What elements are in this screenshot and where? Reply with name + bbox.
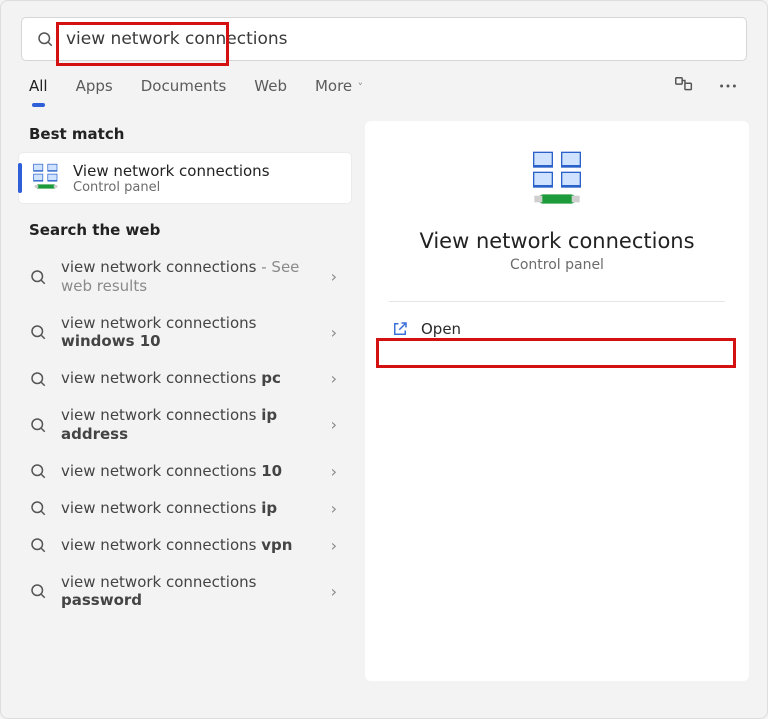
- tab-web[interactable]: Web: [254, 71, 287, 101]
- web-result-text: view network connections - See web resul…: [61, 258, 327, 296]
- network-connections-icon: [525, 149, 589, 213]
- web-results-list: view network connections - See web resul…: [19, 249, 351, 619]
- web-result-text: view network connections ip address: [61, 406, 327, 444]
- open-button[interactable]: Open: [385, 310, 729, 348]
- ellipsis-icon[interactable]: [717, 75, 739, 97]
- web-result-text: view network connections password: [61, 573, 327, 611]
- chevron-right-icon: ›: [327, 499, 341, 518]
- tab-apps[interactable]: Apps: [76, 71, 113, 101]
- web-result-item[interactable]: view network connections 10›: [19, 453, 351, 490]
- open-label: Open: [421, 320, 461, 338]
- chevron-right-icon: ›: [327, 536, 341, 555]
- web-result-item[interactable]: view network connections password›: [19, 564, 351, 620]
- search-icon: [36, 30, 54, 48]
- web-result-text: view network connections ip: [61, 499, 327, 518]
- results-panel: Best match View network connections Cont…: [19, 121, 351, 681]
- web-result-item[interactable]: view network connections pc›: [19, 360, 351, 397]
- chevron-right-icon: ›: [327, 462, 341, 481]
- chevron-right-icon: ›: [327, 415, 341, 434]
- web-result-text: view network connections pc: [61, 369, 327, 388]
- tab-all[interactable]: All: [29, 71, 48, 101]
- divider: [389, 301, 725, 302]
- tab-documents[interactable]: Documents: [141, 71, 227, 101]
- web-result-item[interactable]: view network connections vpn›: [19, 527, 351, 564]
- search-web-header: Search the web: [19, 217, 351, 249]
- web-result-text: view network connections vpn: [61, 536, 327, 555]
- preview-title: View network connections: [385, 229, 729, 253]
- chevron-right-icon: ›: [327, 323, 341, 342]
- open-external-icon: [391, 320, 409, 338]
- best-match-subtitle: Control panel: [73, 180, 270, 195]
- search-box[interactable]: [21, 17, 747, 61]
- search-input[interactable]: [66, 29, 732, 49]
- web-result-text: view network connections 10: [61, 462, 327, 481]
- best-match-header: Best match: [19, 121, 351, 153]
- recent-apps-icon[interactable]: [673, 75, 695, 97]
- chevron-right-icon: ›: [327, 267, 341, 286]
- web-result-item[interactable]: view network connections ip›: [19, 490, 351, 527]
- filter-tabs: All Apps Documents Web More ˅: [1, 71, 767, 101]
- chevron-right-icon: ›: [327, 582, 341, 601]
- best-match-title: View network connections: [73, 162, 270, 180]
- best-match-item[interactable]: View network connections Control panel: [19, 153, 351, 203]
- network-connections-icon: [29, 161, 63, 195]
- chevron-right-icon: ›: [327, 369, 341, 388]
- web-result-item[interactable]: view network connections - See web resul…: [19, 249, 351, 305]
- preview-subtitle: Control panel: [385, 257, 729, 273]
- web-result-item[interactable]: view network connections windows 10›: [19, 305, 351, 361]
- web-result-item[interactable]: view network connections ip address›: [19, 397, 351, 453]
- tab-more[interactable]: More ˅: [315, 71, 363, 101]
- web-result-text: view network connections windows 10: [61, 314, 327, 352]
- chevron-down-icon: ˅: [354, 81, 363, 94]
- preview-panel: View network connections Control panel O…: [365, 121, 749, 681]
